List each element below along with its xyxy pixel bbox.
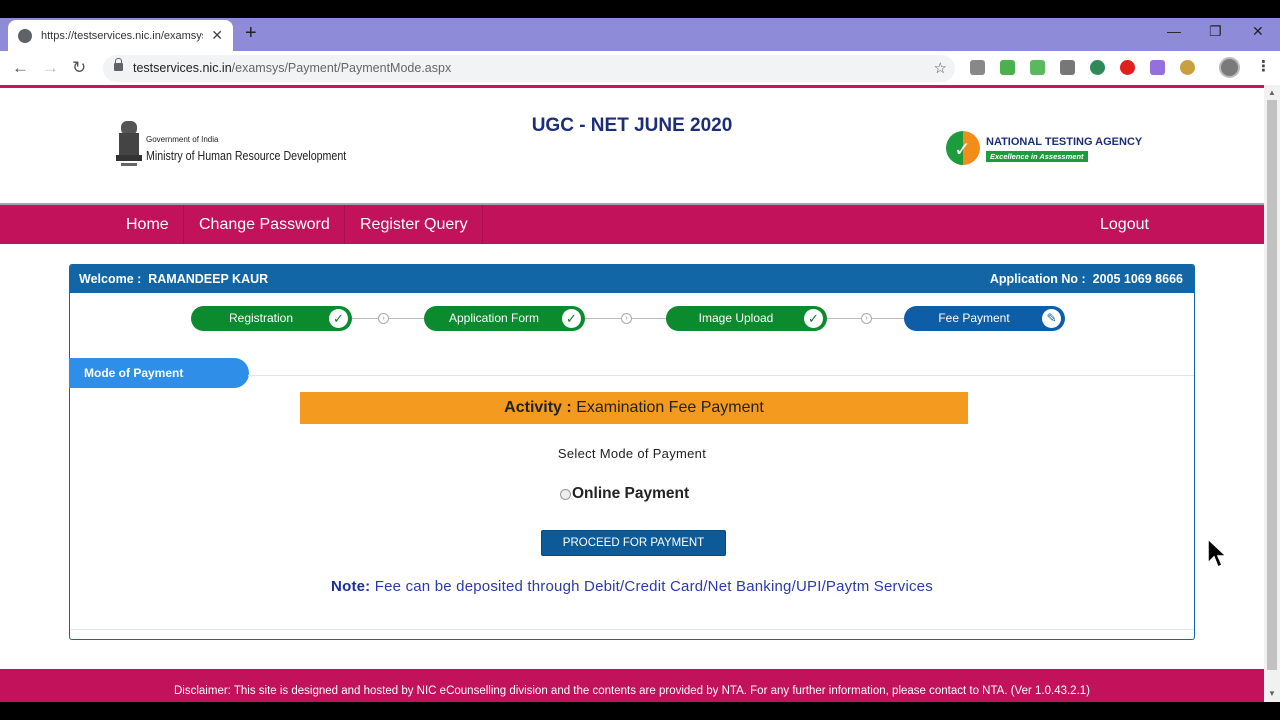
extension-icon[interactable]: [1180, 60, 1195, 75]
step-arrow-icon: ›: [621, 313, 632, 324]
top-accent-line: [0, 85, 1264, 88]
restore-button[interactable]: ❐: [1209, 23, 1222, 40]
activity-value: Examination Fee Payment: [576, 399, 764, 416]
browser-tab[interactable]: https://testservices.nic.in/examsys ✕: [8, 20, 233, 51]
payment-panel: Welcome : RAMANDEEP KAUR Application No …: [69, 264, 1195, 640]
agency-name: NATIONAL TESTING AGENCY: [986, 136, 1143, 148]
web-page: Government of India Ministry of Human Re…: [0, 85, 1264, 702]
proceed-for-payment-button[interactable]: PROCEED FOR PAYMENT: [541, 530, 726, 556]
minimize-button[interactable]: —: [1167, 23, 1181, 39]
close-tab-icon[interactable]: ✕: [211, 27, 223, 44]
divider: [70, 629, 1194, 630]
online-payment-label[interactable]: Online Payment: [572, 485, 689, 503]
address-bar[interactable]: testservices.nic.in/examsys/Payment/Paym…: [103, 55, 955, 82]
agency-tagline: Excellence in Assessment: [986, 151, 1088, 162]
step-registration: Registration ✓: [191, 306, 352, 331]
scroll-down-icon[interactable]: ▼: [1268, 689, 1276, 698]
note-text: Fee can be deposited through Debit/Credi…: [374, 578, 933, 595]
url-host: testservices.nic.in: [133, 61, 232, 75]
nav-logout[interactable]: Logout: [1086, 205, 1163, 244]
check-icon: ✓: [562, 309, 581, 328]
select-mode-prompt: Select Mode of Payment: [557, 446, 707, 461]
pencil-icon: ✎: [1042, 309, 1061, 328]
extension-icon[interactable]: [1030, 60, 1045, 75]
lock-icon: [114, 58, 123, 71]
divider: [248, 375, 1194, 376]
url-text: testservices.nic.in/examsys/Payment/Paym…: [133, 61, 451, 75]
globe-icon: [18, 28, 32, 43]
step-label: Registration: [228, 311, 294, 325]
ministry-name: Ministry of Human Resource Development: [146, 148, 347, 163]
extension-icon[interactable]: [1090, 60, 1105, 75]
disclaimer-footer: Disclaimer: This site is designed and ho…: [0, 669, 1264, 702]
note-label: Note:: [331, 578, 371, 595]
activity-label: Activity :: [504, 399, 572, 416]
mouse-cursor-icon: [1207, 538, 1227, 569]
checkmark-icon: ✓: [954, 139, 971, 161]
nav-home[interactable]: Home: [112, 205, 184, 244]
page-title: UGC - NET JUNE 2020: [531, 115, 733, 136]
step-label: Image Upload: [698, 311, 774, 325]
bookmark-star-icon[interactable]: ☆: [934, 59, 947, 77]
check-icon: ✓: [804, 309, 823, 328]
tab-title: https://testservices.nic.in/examsys: [41, 29, 204, 42]
appno-value: 2005 1069 8666: [1092, 272, 1183, 286]
online-payment-radio[interactable]: [560, 488, 571, 500]
close-window-button[interactable]: ✕: [1252, 23, 1264, 40]
welcome-label: Welcome :: [79, 272, 142, 286]
application-number: Application No : 2005 1069 8666: [990, 272, 1183, 286]
extension-icon[interactable]: [970, 60, 985, 75]
new-tab-button[interactable]: +: [245, 22, 257, 45]
extension-icon[interactable]: [1000, 60, 1015, 75]
nav-register-query[interactable]: Register Query: [346, 205, 483, 244]
welcome-text: Welcome : RAMANDEEP KAUR: [79, 272, 268, 286]
step-fee-payment: Fee Payment ✎: [904, 306, 1065, 331]
appno-label: Application No :: [989, 272, 1086, 286]
step-arrow-icon: ›: [861, 313, 872, 324]
nav-change-password[interactable]: Change Password: [185, 205, 345, 244]
scrollbar-thumb[interactable]: [1267, 100, 1277, 670]
scroll-up-icon[interactable]: ▲: [1268, 88, 1276, 97]
extension-icon[interactable]: [1150, 60, 1165, 75]
back-icon[interactable]: ←: [12, 58, 29, 78]
online-payment-option[interactable]: Online Payment: [560, 485, 689, 503]
extension-icon[interactable]: [1120, 60, 1135, 75]
check-icon: ✓: [329, 309, 348, 328]
browser-tab-strip: https://testservices.nic.in/examsys ✕ + …: [0, 18, 1280, 51]
screen-bottom-edge: [0, 702, 1280, 720]
section-title: Mode of Payment: [69, 358, 249, 388]
payment-note: Note: Fee can be deposited through Debit…: [70, 578, 1194, 595]
url-path: /examsys/Payment/PaymentMode.aspx: [231, 61, 452, 75]
main-nav: Home Change Password Register Query Logo…: [0, 203, 1264, 244]
step-label: Application Form: [448, 311, 540, 325]
browser-menu-icon[interactable]: ⋮: [1256, 57, 1271, 75]
browser-toolbar: ← → ↻ testservices.nic.in/examsys/Paymen…: [0, 51, 1280, 85]
step-label: Fee Payment: [938, 311, 1010, 325]
extension-icon[interactable]: [1060, 60, 1075, 75]
panel-header: Welcome : RAMANDEEP KAUR Application No …: [70, 265, 1194, 293]
candidate-name: RAMANDEEP KAUR: [148, 272, 269, 286]
step-image-upload: Image Upload ✓: [666, 306, 827, 331]
forward-icon[interactable]: →: [42, 58, 59, 78]
step-application-form: Application Form ✓: [424, 306, 585, 331]
step-arrow-icon: ›: [378, 313, 389, 324]
vertical-scrollbar[interactable]: ▲ ▼: [1264, 85, 1280, 702]
profile-avatar[interactable]: [1219, 57, 1240, 78]
activity-banner: Activity : Examination Fee Payment: [300, 392, 968, 424]
reload-icon[interactable]: ↻: [72, 58, 86, 78]
